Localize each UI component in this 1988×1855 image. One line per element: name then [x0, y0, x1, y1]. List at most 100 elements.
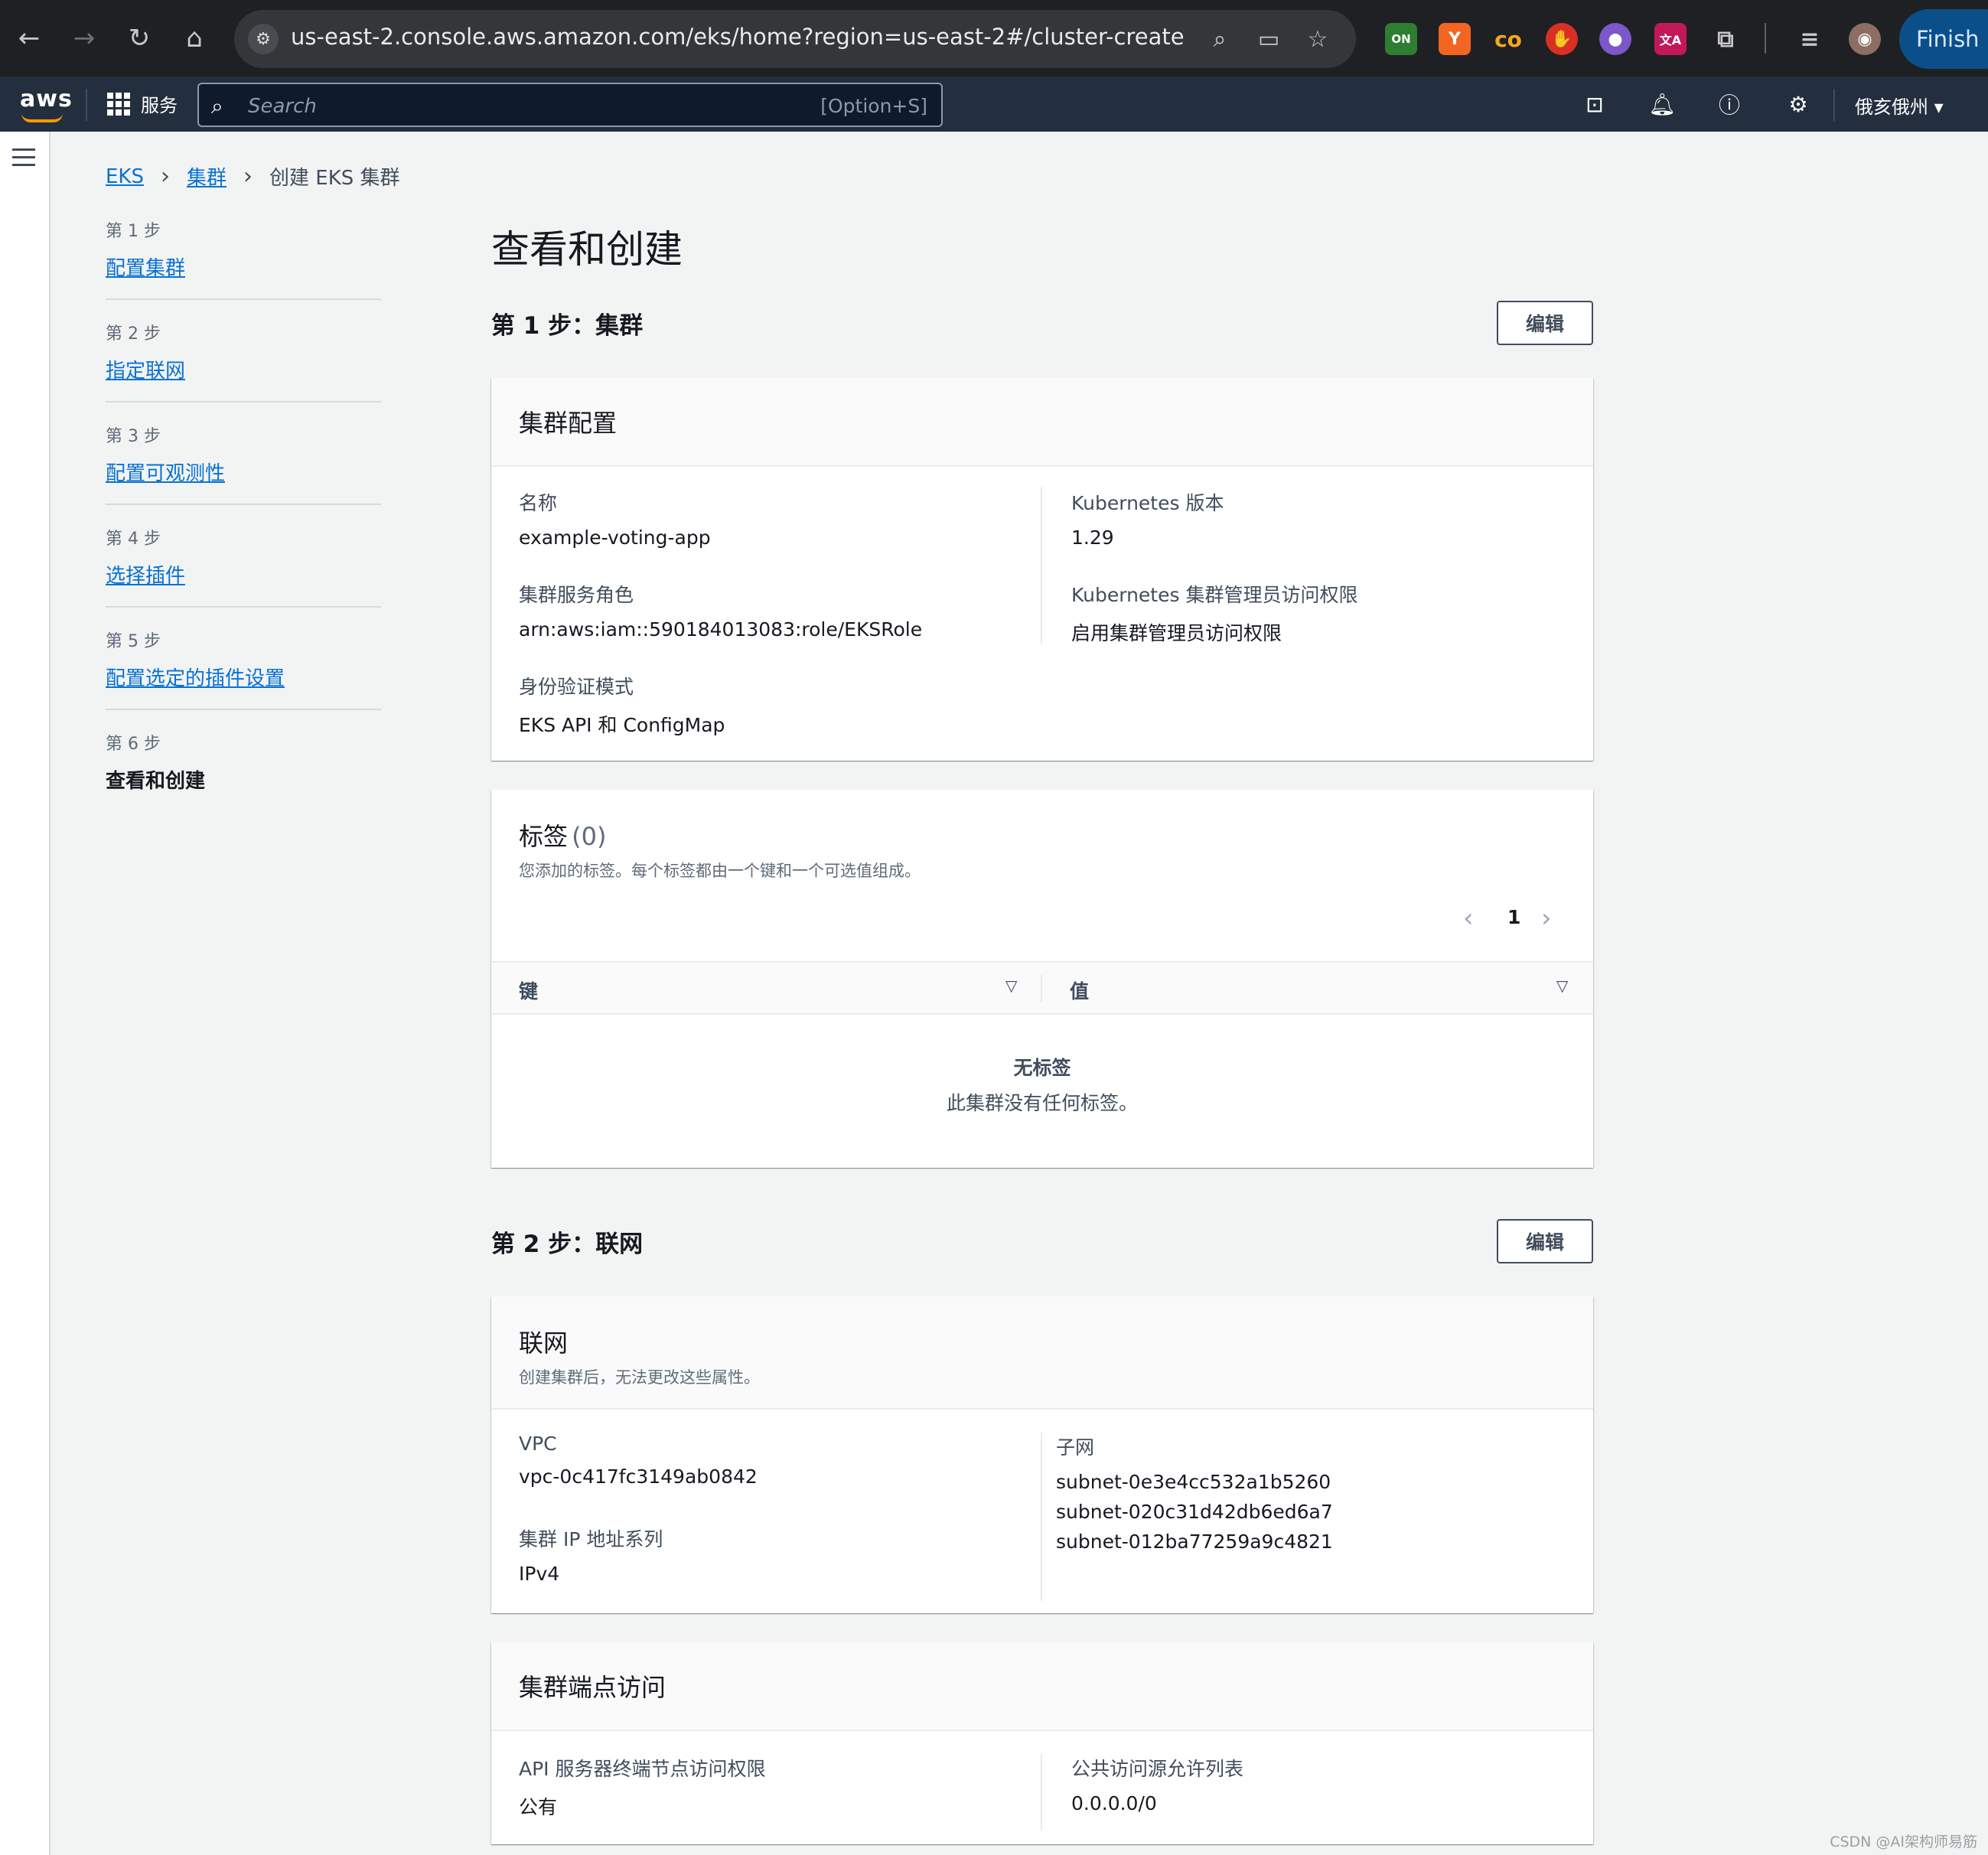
services-menu-button[interactable]: 服务 [107, 90, 178, 117]
extension-translate-icon[interactable]: 文A [1654, 23, 1687, 55]
chevron-right-icon: › [160, 163, 170, 190]
column-divider [1041, 1433, 1042, 1601]
label-auth-mode: 身份验证模式 [519, 676, 634, 698]
breadcrumb-clusters[interactable]: 集群 [187, 162, 227, 191]
card-header: 集群配置 [491, 378, 1593, 467]
kv-name: 名称 example-voting-app [519, 488, 711, 549]
settings-gear-icon[interactable]: ⚙ [1783, 89, 1814, 119]
value-name: example-voting-app [519, 527, 711, 549]
step-link-networking[interactable]: 指定联网 [106, 355, 185, 383]
sort-caret-icon[interactable]: ▽ [1005, 976, 1017, 995]
header-divider [1833, 89, 1835, 121]
kv-auth: 身份验证模式 EKS API 和 ConfigMap [519, 672, 725, 738]
label-ip-family: 集群 IP 地址系列 [519, 1528, 663, 1550]
step-number: 第 1 步 [106, 222, 161, 241]
card-icon[interactable]: ▭ [1255, 25, 1282, 53]
finish-update-button[interactable]: Finish u [1899, 9, 1988, 69]
services-label: 服务 [141, 95, 178, 116]
page-title: 查看和创建 [491, 227, 683, 272]
pagination-next-icon[interactable]: › [1541, 903, 1552, 934]
breadcrumb-eks[interactable]: EKS [106, 165, 144, 188]
help-icon[interactable]: ⓘ [1714, 89, 1745, 119]
extension-on-icon[interactable]: ON [1385, 23, 1417, 55]
address-bar[interactable]: ⚙ us-east-2.console.aws.amazon.com/eks/h… [234, 10, 1356, 68]
kv-ip-family: 集群 IP 地址系列 IPv4 [519, 1524, 663, 1585]
sort-caret-icon[interactable]: ▽ [1556, 976, 1568, 995]
notifications-bell-icon[interactable]: 🔔︎ [1647, 89, 1677, 119]
step-divider [106, 298, 381, 300]
extension-translate-label: 文A [1659, 33, 1682, 47]
card-header: 集群端点访问 [491, 1642, 1593, 1731]
column-header-key[interactable]: 键 [519, 976, 538, 1004]
toolbar-divider [1765, 23, 1766, 54]
networking-card: 联网 创建集群后，无法更改这些属性。 VPC vpc-0c417fc3149ab… [491, 1296, 1593, 1613]
menu-hamburger-icon[interactable] [12, 148, 35, 167]
subnet-item: subnet-020c31d42db6ed6a7 [1056, 1501, 1333, 1523]
label-vpc: VPC [519, 1433, 557, 1455]
column-divider [1041, 1754, 1042, 1831]
edit-step2-button[interactable]: 编辑 [1497, 1219, 1593, 1263]
services-grid-icon [107, 92, 130, 116]
console-search-input[interactable]: ⌕ Search [Option+S] [197, 83, 943, 127]
zoom-icon[interactable]: ⌕ [1206, 25, 1234, 53]
media-control-icon[interactable]: ≡ [1794, 23, 1826, 55]
extensions-puzzle-icon[interactable]: ⧉ [1709, 23, 1742, 55]
url-text[interactable]: us-east-2.console.aws.amazon.com/eks/hom… [291, 24, 1185, 50]
step-divider [106, 504, 381, 505]
breadcrumb-current: 创建 EKS 集群 [269, 167, 400, 190]
aws-logo[interactable]: aws [20, 86, 73, 122]
label-role: 集群服务角色 [519, 584, 634, 606]
kv-api-access: API 服务器终端节点访问权限 公有 [519, 1754, 766, 1820]
column-divider [1041, 975, 1042, 1002]
kv-version: Kubernetes 版本 1.29 [1071, 488, 1224, 549]
watermark: CSDN @AI架构师易筋 [1830, 1834, 1977, 1850]
tags-table-header: 键 ▽ 值 ▽ [491, 961, 1593, 1015]
wizard-step-3: 第 3 步 配置可观测性 [106, 422, 381, 486]
card-header: 联网 创建集群后，无法更改这些属性。 [491, 1296, 1593, 1410]
forward-icon[interactable]: → [69, 23, 99, 54]
profile-avatar[interactable]: ◉ [1849, 23, 1881, 55]
step-link-addon-settings[interactable]: 配置选定的插件设置 [106, 663, 285, 691]
card-body: API 服务器终端节点访问权限 公有 公共访问源允许列表 0.0.0.0/0 [491, 1731, 1593, 1844]
card-title: 联网 [519, 1328, 569, 1358]
step-link-observability[interactable]: 配置可观测性 [106, 458, 225, 486]
cloudshell-icon[interactable]: ⊡ [1579, 89, 1610, 119]
tags-card: 标签 (0) 您添加的标签。每个标签都由一个键和一个可选值组成。 ‹ 1 › 键… [491, 790, 1593, 1168]
subnet-item: subnet-012ba77259a9c4821 [1056, 1531, 1333, 1553]
site-info-icon[interactable]: ⚙ [248, 24, 279, 54]
extension-brain-icon[interactable]: ● [1599, 23, 1631, 55]
card-title: 集群端点访问 [519, 1673, 666, 1702]
search-shortcut: [Option+S] [820, 95, 927, 117]
extension-stop-icon[interactable]: ✋ [1546, 23, 1578, 55]
value-k8s-version: 1.29 [1071, 527, 1114, 549]
extension-co-label: co [1494, 26, 1522, 52]
reload-icon[interactable]: ↻ [124, 23, 155, 54]
header-divider [86, 89, 87, 121]
wizard-step-6: 第 6 步 查看和创建 [106, 730, 381, 794]
region-selector[interactable]: 俄亥俄州 ▾ [1855, 92, 1944, 119]
step-link-addons[interactable]: 选择插件 [106, 560, 185, 588]
wizard-step-1: 第 1 步 配置集群 [106, 217, 381, 281]
step-link-configure-cluster[interactable]: 配置集群 [106, 253, 185, 281]
card-body: VPC vpc-0c417fc3149ab0842 集群 IP 地址系列 IPv… [491, 1410, 1593, 1613]
value-vpc: vpc-0c417fc3149ab0842 [519, 1465, 758, 1488]
card-body: 名称 example-voting-app 集群服务角色 arn:aws:iam… [491, 467, 1593, 761]
back-icon[interactable]: ← [14, 23, 44, 54]
pagination-prev-icon[interactable]: ‹ [1463, 903, 1474, 934]
value-api-endpoint-access: 公有 [519, 1796, 558, 1818]
home-icon[interactable]: ⌂ [179, 23, 210, 54]
value-ip-family: IPv4 [519, 1563, 560, 1585]
column-divider [1041, 487, 1042, 644]
section-title-step1: 第 1 步：集群 [491, 312, 644, 340]
extension-y-icon[interactable]: Y [1439, 23, 1471, 55]
extension-co-icon[interactable]: co [1492, 23, 1524, 55]
pagination-current-page[interactable]: 1 [1507, 906, 1520, 928]
step-divider [106, 709, 381, 710]
step-current-review-create: 查看和创建 [106, 770, 206, 793]
edit-step1-button[interactable]: 编辑 [1497, 301, 1593, 345]
column-header-value[interactable]: 值 [1070, 976, 1089, 1004]
step-number: 第 3 步 [106, 427, 161, 446]
wizard-step-5: 第 5 步 配置选定的插件设置 [106, 628, 381, 691]
bookmark-star-icon[interactable]: ☆ [1304, 25, 1331, 53]
value-public-allowlist: 0.0.0.0/0 [1071, 1792, 1157, 1814]
